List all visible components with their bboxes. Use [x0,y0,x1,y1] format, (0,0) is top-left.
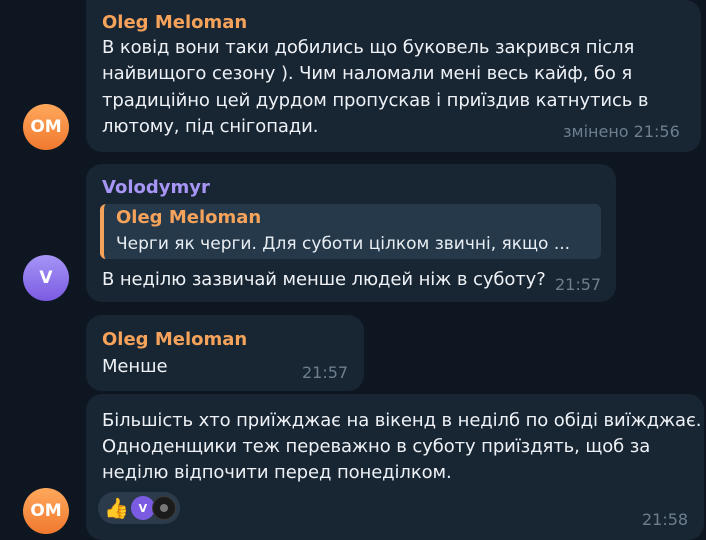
reply-snippet: Черги як черги. Для суботи цілком звичні… [116,234,571,254]
avatar[interactable]: V [23,255,69,301]
message-text-line: Одноденщики теж переважно в суботу приїз… [102,436,651,457]
message-text-line: Більшість хто приїжджає на вікенд в неді… [102,410,702,431]
reactions[interactable]: 👍 V [98,492,180,524]
message-text-line: Менше [102,356,168,377]
sender-name[interactable]: Oleg Meloman [102,329,247,350]
reactor-avatar-photo [151,496,176,520]
message-bubble[interactable]: Oleg Meloman Менше 21:57 [86,315,364,391]
message-text-line: неділю відпочити перед понеділком. [102,462,452,483]
thumbs-up-icon: 👍 [104,496,129,520]
message-text-line: найвищого сезону ). Чим наломали мені ве… [102,63,633,84]
reaction-thumbs-up[interactable]: 👍 V [98,492,180,524]
timestamp: 21:57 [555,275,602,294]
message-text-line: В ковід вони таки добились що буковель з… [102,37,635,58]
reply-sender-name: Oleg Meloman [116,207,262,228]
sender-name[interactable]: Oleg Meloman [102,12,247,33]
message-bubble[interactable]: Більшість хто приїжджає на вікенд в неді… [86,394,704,540]
message-bubble[interactable]: Volodymyr Oleg Meloman Черги як черги. Д… [86,164,616,302]
sender-name[interactable]: Volodymyr [102,177,210,198]
timestamp: 21:57 [302,363,349,382]
timestamp: 21:58 [642,510,689,529]
reply-quote[interactable]: Oleg Meloman Черги як черги. Для суботи … [100,204,601,259]
avatar[interactable]: OM [23,488,69,534]
avatar[interactable]: OM [23,104,69,150]
message-text-line: В неділю зазвичай менше людей ніж в субо… [102,269,546,290]
edited-timestamp: змінено 21:56 [563,122,680,141]
message-text-line: лютому, під снігопади. [102,116,319,137]
message-bubble[interactable]: Oleg Meloman В ковід вони таки добились … [86,0,701,152]
message-text-line: традиційно цей дурдом пропускав і приїзд… [102,90,649,111]
